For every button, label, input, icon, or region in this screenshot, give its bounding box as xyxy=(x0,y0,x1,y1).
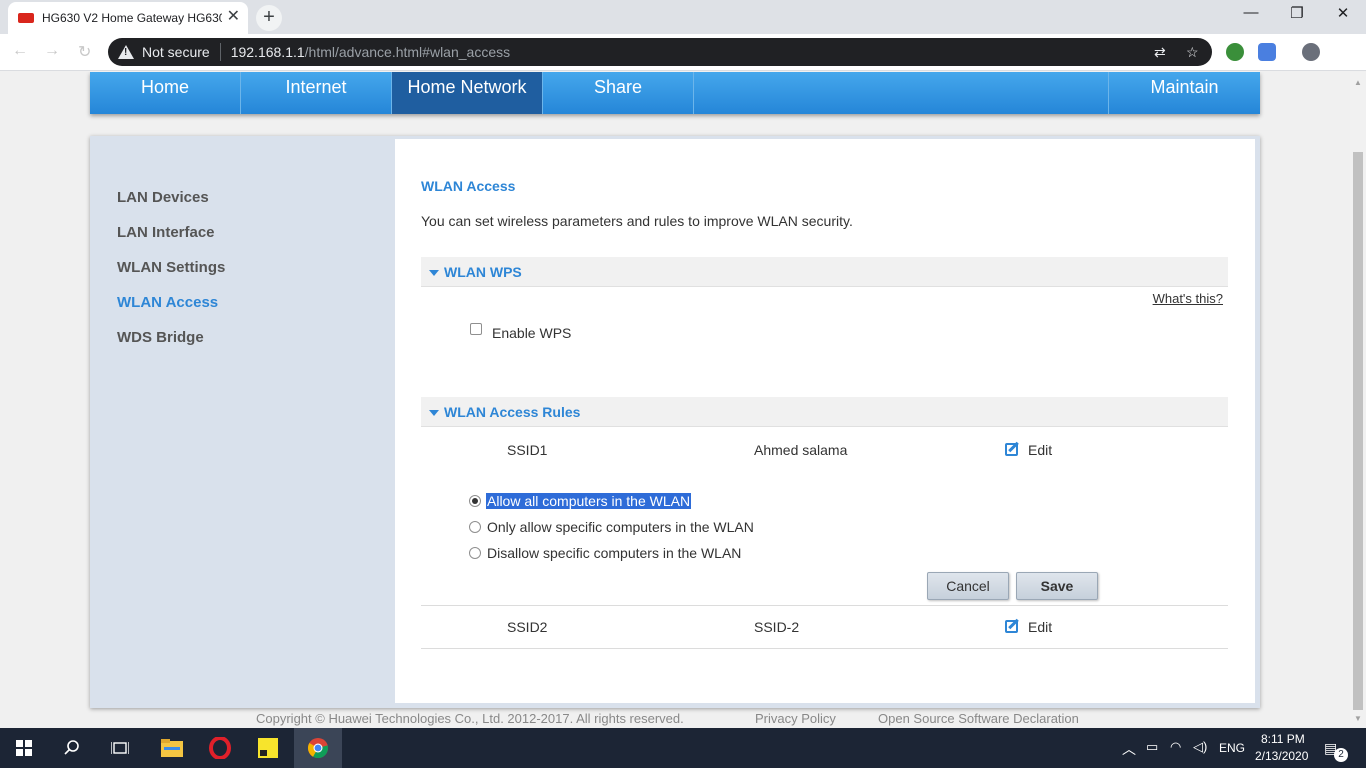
nav-home-network[interactable]: Home Network xyxy=(392,72,543,114)
row-divider xyxy=(421,648,1228,649)
wps-section-label: WLAN WPS xyxy=(444,264,522,280)
collapse-triangle-icon xyxy=(429,270,439,276)
security-indicator[interactable]: Not secure xyxy=(142,44,210,60)
only-allow-label: Only allow specific computers in the WLA… xyxy=(487,519,754,535)
enable-wps-checkbox[interactable] xyxy=(470,323,482,335)
page-description: You can set wireless parameters and rule… xyxy=(421,213,853,229)
bookmark-star-icon[interactable]: ☆ xyxy=(1186,44,1199,61)
save-button[interactable]: Save xyxy=(1016,572,1098,600)
clock-date[interactable]: 2/13/2020 xyxy=(1255,749,1308,763)
ssid2-edit-link[interactable]: Edit xyxy=(1028,619,1052,635)
tab-close-icon[interactable]: ✕ xyxy=(227,9,240,25)
sidebar-item-lan-devices[interactable]: LAN Devices xyxy=(117,189,209,206)
collapse-triangle-icon xyxy=(429,410,439,416)
minimize-button[interactable]: — xyxy=(1228,4,1274,21)
page-title: WLAN Access xyxy=(421,178,516,194)
nav-home[interactable]: Home xyxy=(90,72,241,114)
windows-taskbar: ︿ ▭ ◠ ◁) ENG 8:11 PM 2/13/2020 ▤ 2 xyxy=(0,728,1366,768)
sidebar-item-wlan-settings[interactable]: WLAN Settings xyxy=(117,259,225,276)
warning-icon xyxy=(118,45,134,59)
privacy-policy-link[interactable]: Privacy Policy xyxy=(755,711,836,726)
browser-toolbar: ← → ↻ Not secure 192.168.1.1 /html/advan… xyxy=(0,34,1366,71)
restore-button[interactable]: ❐ xyxy=(1274,4,1320,22)
cancel-button[interactable]: Cancel xyxy=(927,572,1009,600)
allow-all-label: Allow all computers in the WLAN xyxy=(486,493,692,509)
new-tab-button[interactable]: + xyxy=(256,5,282,31)
back-arrow-icon[interactable]: ← xyxy=(12,42,28,60)
tray-chevron-icon[interactable]: ︿ xyxy=(1122,739,1136,759)
disallow-label: Disallow specific computers in the WLAN xyxy=(487,545,742,561)
whats-this-link[interactable]: What's this? xyxy=(1153,291,1223,306)
globe-extension-icon[interactable] xyxy=(1226,43,1244,61)
sidebar-item-wlan-access[interactable]: WLAN Access xyxy=(117,294,218,311)
browser-tab[interactable]: HG630 V2 Home Gateway HG630 ✕ xyxy=(8,2,248,34)
only-allow-radio[interactable] xyxy=(469,521,481,533)
tab-title: HG630 V2 Home Gateway HG630 xyxy=(42,11,222,25)
notification-count-badge: 2 xyxy=(1334,748,1348,762)
url-path: /html/advance.html#wlan_access xyxy=(304,44,511,60)
access-rules-section-label: WLAN Access Rules xyxy=(444,404,581,420)
copyright-text: Copyright © Huawei Technologies Co., Ltd… xyxy=(256,711,684,726)
nav-spacer xyxy=(694,72,1109,114)
ssid1-cell: SSID1 xyxy=(507,442,548,458)
sticky-notes-icon[interactable] xyxy=(244,728,292,768)
search-icon[interactable] xyxy=(48,728,96,768)
reload-icon[interactable]: ↻ xyxy=(78,42,91,62)
edit-icon[interactable] xyxy=(1005,443,1018,456)
nav-share[interactable]: Share xyxy=(543,72,694,114)
access-rules-section-header[interactable]: WLAN Access Rules xyxy=(421,397,1228,427)
vertical-scrollbar[interactable]: ▲ ▼ xyxy=(1350,72,1366,728)
ssid2-name-cell: SSID-2 xyxy=(754,619,800,635)
disallow-radio[interactable] xyxy=(469,547,481,559)
sidebar-item-lan-interface[interactable]: LAN Interface xyxy=(117,224,215,241)
edit-icon[interactable] xyxy=(1005,620,1018,633)
task-view-icon[interactable] xyxy=(96,728,144,768)
open-source-link[interactable]: Open Source Software Declaration xyxy=(878,711,1079,726)
wps-section-header[interactable]: WLAN WPS xyxy=(421,257,1228,287)
close-window-button[interactable]: ✕ xyxy=(1320,4,1366,22)
url-host: 192.168.1.1 xyxy=(230,44,305,60)
ssid2-cell: SSID2 xyxy=(507,619,548,635)
nav-internet[interactable]: Internet xyxy=(241,72,392,114)
browser-tabstrip: HG630 V2 Home Gateway HG630 ✕ + — ❐ ✕ xyxy=(0,0,1366,34)
enable-wps-label: Enable WPS xyxy=(492,325,572,341)
ssid1-edit-link[interactable]: Edit xyxy=(1028,442,1052,458)
windows-start-icon[interactable] xyxy=(0,728,48,768)
clock-time[interactable]: 8:11 PM xyxy=(1261,732,1305,746)
content-area: WLAN Access You can set wireless paramet… xyxy=(395,139,1255,703)
ssid1-name-cell: Ahmed salama xyxy=(754,442,848,458)
profile-extension-icon[interactable] xyxy=(1302,43,1320,61)
settings-panel: LAN Devices LAN Interface WLAN Settings … xyxy=(90,136,1260,708)
scroll-down-icon[interactable]: ▼ xyxy=(1354,714,1362,723)
chrome-browser-icon[interactable] xyxy=(294,728,342,768)
battery-icon[interactable]: ▭ xyxy=(1146,739,1158,755)
nav-maintain[interactable]: Maintain xyxy=(1109,72,1260,114)
router-admin-page: Home Internet Home Network Share Maintai… xyxy=(0,72,1350,728)
opera-browser-icon[interactable] xyxy=(196,728,244,768)
forward-arrow-icon[interactable]: → xyxy=(44,42,60,60)
address-bar[interactable]: Not secure 192.168.1.1 /html/advance.htm… xyxy=(108,38,1212,66)
translate-extension-icon[interactable] xyxy=(1258,43,1276,61)
allow-all-radio[interactable] xyxy=(469,495,481,507)
scroll-thumb[interactable] xyxy=(1353,152,1363,710)
huawei-favicon-icon xyxy=(18,13,34,23)
scroll-up-icon[interactable]: ▲ xyxy=(1354,78,1362,87)
translate-icon[interactable]: ⇄ xyxy=(1154,44,1166,61)
language-indicator[interactable]: ENG xyxy=(1219,741,1245,755)
omnibox-divider xyxy=(219,43,221,61)
wifi-icon[interactable]: ◠ xyxy=(1170,739,1181,755)
file-explorer-icon[interactable] xyxy=(148,728,196,768)
main-navigation: Home Internet Home Network Share Maintai… xyxy=(90,72,1260,114)
row-divider xyxy=(421,605,1228,606)
volume-icon[interactable]: ◁) xyxy=(1193,739,1207,755)
sidebar-item-wds-bridge[interactable]: WDS Bridge xyxy=(117,329,204,346)
